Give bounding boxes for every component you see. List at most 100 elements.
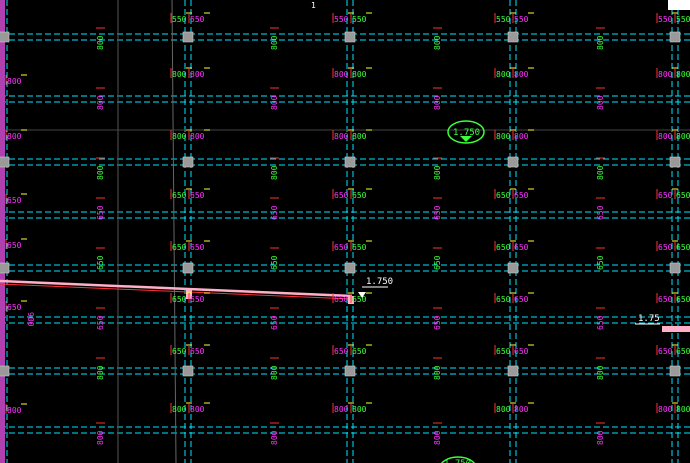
- column-2-1: [344, 156, 356, 168]
- dim-h-3-1-b: 650: [352, 191, 367, 200]
- dim-v-0-3: 650: [96, 205, 105, 220]
- dim-h-5-3-a: 650: [658, 295, 673, 304]
- dim-h-7-2-b: 800: [514, 405, 529, 414]
- dim-h-4-2-b: 650: [514, 243, 529, 252]
- edge-label-900: 900: [26, 312, 35, 327]
- column-3-3: [507, 365, 519, 377]
- dim-h-0-3-a: 550: [658, 15, 673, 24]
- dim-h-0-2-a: 550: [496, 15, 511, 24]
- dim-v-0-5: 650: [96, 315, 105, 330]
- dim-left-1: 800: [7, 132, 22, 141]
- dim-left-0: 800: [7, 77, 22, 86]
- dim-v-2-1: 800: [433, 95, 442, 110]
- dim-v-1-5: 650: [270, 315, 279, 330]
- dim-v-1-6: 800: [270, 365, 279, 380]
- column-3-1: [507, 156, 519, 168]
- top-marker-text: 1: [311, 1, 316, 10]
- column-1-2: [182, 262, 194, 274]
- dim-h-4-1-b: 650: [352, 243, 367, 252]
- column-1-1: [182, 156, 194, 168]
- top-right-block: [668, 0, 690, 10]
- left-edge-band: [0, 0, 5, 463]
- dim-h-3-1-a: 650: [334, 191, 349, 200]
- dim-v-3-7: 800: [596, 430, 605, 445]
- dim-h-3-2-a: 650: [496, 191, 511, 200]
- dim-v-3-6: 800: [596, 365, 605, 380]
- dim-h-0-1-b: 550: [352, 15, 367, 24]
- dim-h-6-2-b: 650: [514, 347, 529, 356]
- dim-h-6-3-b: 650: [676, 347, 690, 356]
- dim-h-7-1-b: 800: [352, 405, 367, 414]
- column-1-0: [182, 31, 194, 43]
- dim-h-1-1-b: 800: [352, 70, 367, 79]
- column-1-3: [182, 365, 194, 377]
- dim-h-2-1-a: 800: [334, 132, 349, 141]
- dim-h-3-0-a: 650: [172, 191, 187, 200]
- dim-h-2-0-b: 800: [190, 132, 205, 141]
- dim-h-5-2-a: 650: [496, 295, 511, 304]
- column-0-3: [0, 365, 10, 377]
- dim-v-3-2: 800: [596, 165, 605, 180]
- dim-h-6-0-a: 650: [172, 347, 187, 356]
- dim-v-1-7: 800: [270, 430, 279, 445]
- dim-v-2-4: 650: [433, 255, 442, 270]
- dim-h-2-2-a: 800: [496, 132, 511, 141]
- dim-h-4-0-b: 650: [190, 243, 205, 252]
- dim-h-3-2-b: 650: [514, 191, 529, 200]
- dim-h-3-3-a: 650: [658, 191, 673, 200]
- dim-h-4-3-b: 650: [676, 243, 690, 252]
- column-4-0: [669, 31, 681, 43]
- dim-h-2-3-a: 800: [658, 132, 673, 141]
- dim-h-5-0-b: 650: [190, 295, 205, 304]
- dim-v-3-3: 650: [596, 205, 605, 220]
- column-0-2: [0, 262, 10, 274]
- dim-left-5: 800: [7, 406, 22, 415]
- dim-h-0-2-b: 550: [514, 15, 529, 24]
- cad-drawing-canvas[interactable]: 550 550 550 550 550 550 550 550800 800 800 800 800 8…: [0, 0, 690, 463]
- dim-h-2-3-b: 800: [676, 132, 690, 141]
- dim-v-2-0: 800: [433, 35, 442, 50]
- dim-v-2-2: 800: [433, 165, 442, 180]
- dim-v-3-0: 800: [596, 35, 605, 50]
- right-beam-segment: [662, 326, 690, 332]
- dim-v-2-7: 800: [433, 430, 442, 445]
- column-2-0: [344, 31, 356, 43]
- dim-h-0-0-b: 550: [190, 15, 205, 24]
- dim-v-3-5: 650: [596, 315, 605, 330]
- dim-h-4-2-a: 650: [496, 243, 511, 252]
- dim-v-1-3: 650: [270, 205, 279, 220]
- dim-h-1-3-a: 800: [658, 70, 673, 79]
- dim-v-1-1: 800: [270, 95, 279, 110]
- dim-h-0-3-b: 550: [676, 15, 690, 24]
- column-4-2: [669, 262, 681, 274]
- column-3-2: [507, 262, 519, 274]
- dim-v-2-5: 650: [433, 315, 442, 330]
- dim-h-6-0-b: 650: [190, 347, 205, 356]
- column-3-0: [507, 31, 519, 43]
- dim-h-5-3-b: 650: [676, 295, 690, 304]
- dim-h-1-2-b: 800: [514, 70, 529, 79]
- dim-v-3-1: 800: [596, 95, 605, 110]
- dim-h-4-0-a: 650: [172, 243, 187, 252]
- column-4-1: [669, 156, 681, 168]
- dim-h-7-2-a: 800: [496, 405, 511, 414]
- dim-v-0-6: 800: [96, 365, 105, 380]
- dim-h-7-3-a: 800: [658, 405, 673, 414]
- dim-h-5-0-a: 650: [172, 295, 187, 304]
- dim-v-3-4: 650: [596, 255, 605, 270]
- column-0-0: [0, 31, 10, 43]
- dim-h-0-0-a: 550: [172, 15, 187, 24]
- level-marker-right-text: 1.75: [638, 314, 660, 324]
- dim-h-7-3-b: 800: [676, 405, 690, 414]
- dim-h-1-0-b: 800: [190, 70, 205, 79]
- level-marker-beam-end-text: 1.750: [366, 277, 393, 287]
- dim-h-7-0-b: 800: [190, 405, 205, 414]
- dim-h-6-2-a: 650: [496, 347, 511, 356]
- dim-v-0-7: 800: [96, 430, 105, 445]
- dim-h-4-3-a: 650: [658, 243, 673, 252]
- dim-h-5-2-b: 650: [514, 295, 529, 304]
- column-0-1: [0, 156, 10, 168]
- dim-h-2-0-a: 800: [172, 132, 187, 141]
- dim-h-1-3-b: 800: [676, 70, 690, 79]
- level-marker-right[interactable]: 1.75: [635, 314, 660, 325]
